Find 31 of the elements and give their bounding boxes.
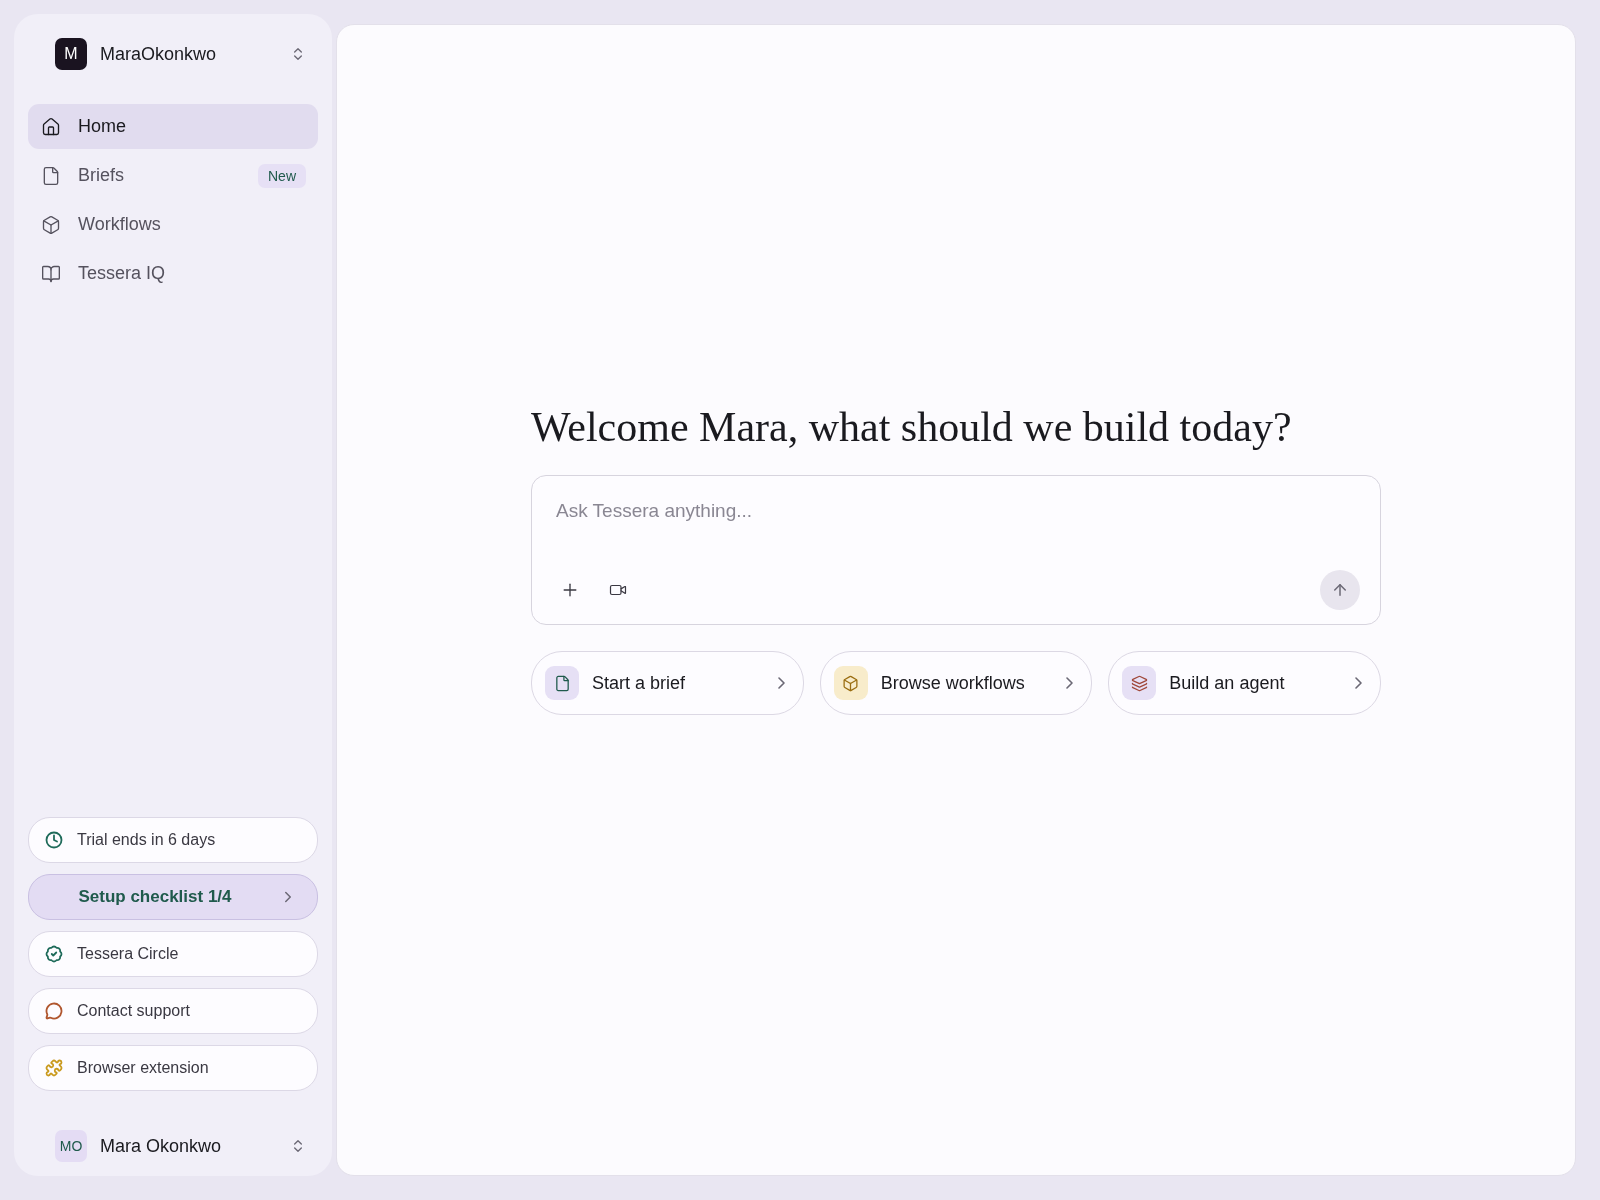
nav-label: Home	[78, 116, 127, 137]
sidebar-link[interactable]: Tessera Circle	[28, 931, 318, 977]
action-button[interactable]: Browse workflows	[819, 651, 1093, 715]
sidebar-link[interactable]: Contact support	[28, 988, 318, 1034]
nav-label: Briefs	[78, 165, 125, 186]
chevron-right-icon	[1066, 677, 1074, 689]
setup-checklist-button[interactable]: Setup checklist 1/4	[28, 874, 318, 920]
new-badge: New	[258, 163, 306, 188]
nav-label: Workflows	[78, 214, 162, 235]
nav-item[interactable]: Home	[28, 104, 318, 149]
book-icon	[41, 263, 61, 284]
nav-item[interactable]: Tessera IQ	[28, 251, 318, 296]
home-icon	[41, 116, 61, 137]
user-name[interactable]: Mara Okonkwo	[100, 1135, 277, 1157]
action-button[interactable]: Start a brief	[531, 651, 804, 715]
workspace-name[interactable]: MaraOkonkwo	[100, 43, 277, 65]
workspace-avatar: M	[55, 38, 87, 70]
chevron-right-icon	[1355, 677, 1362, 689]
nav-item[interactable]: Briefs New	[28, 153, 318, 198]
document-icon	[41, 165, 61, 186]
cube-icon	[41, 214, 61, 235]
sidebar-link[interactable]: Trial ends in 6 days	[28, 817, 318, 863]
send-button[interactable]	[1320, 570, 1360, 610]
prompt-input[interactable]: Ask Tessera anything...	[552, 496, 1360, 526]
user-avatar: MO	[55, 1130, 87, 1162]
action-button[interactable]: Build an agent	[1108, 651, 1381, 715]
nav-label: Tessera IQ	[78, 263, 167, 284]
welcome-heading: Welcome Mara, what should we build today?	[531, 403, 1293, 451]
sidebar-link[interactable]: Browser extension	[28, 1045, 318, 1091]
chevron-right-icon	[777, 677, 785, 689]
nav-item[interactable]: Workflows	[28, 202, 318, 247]
